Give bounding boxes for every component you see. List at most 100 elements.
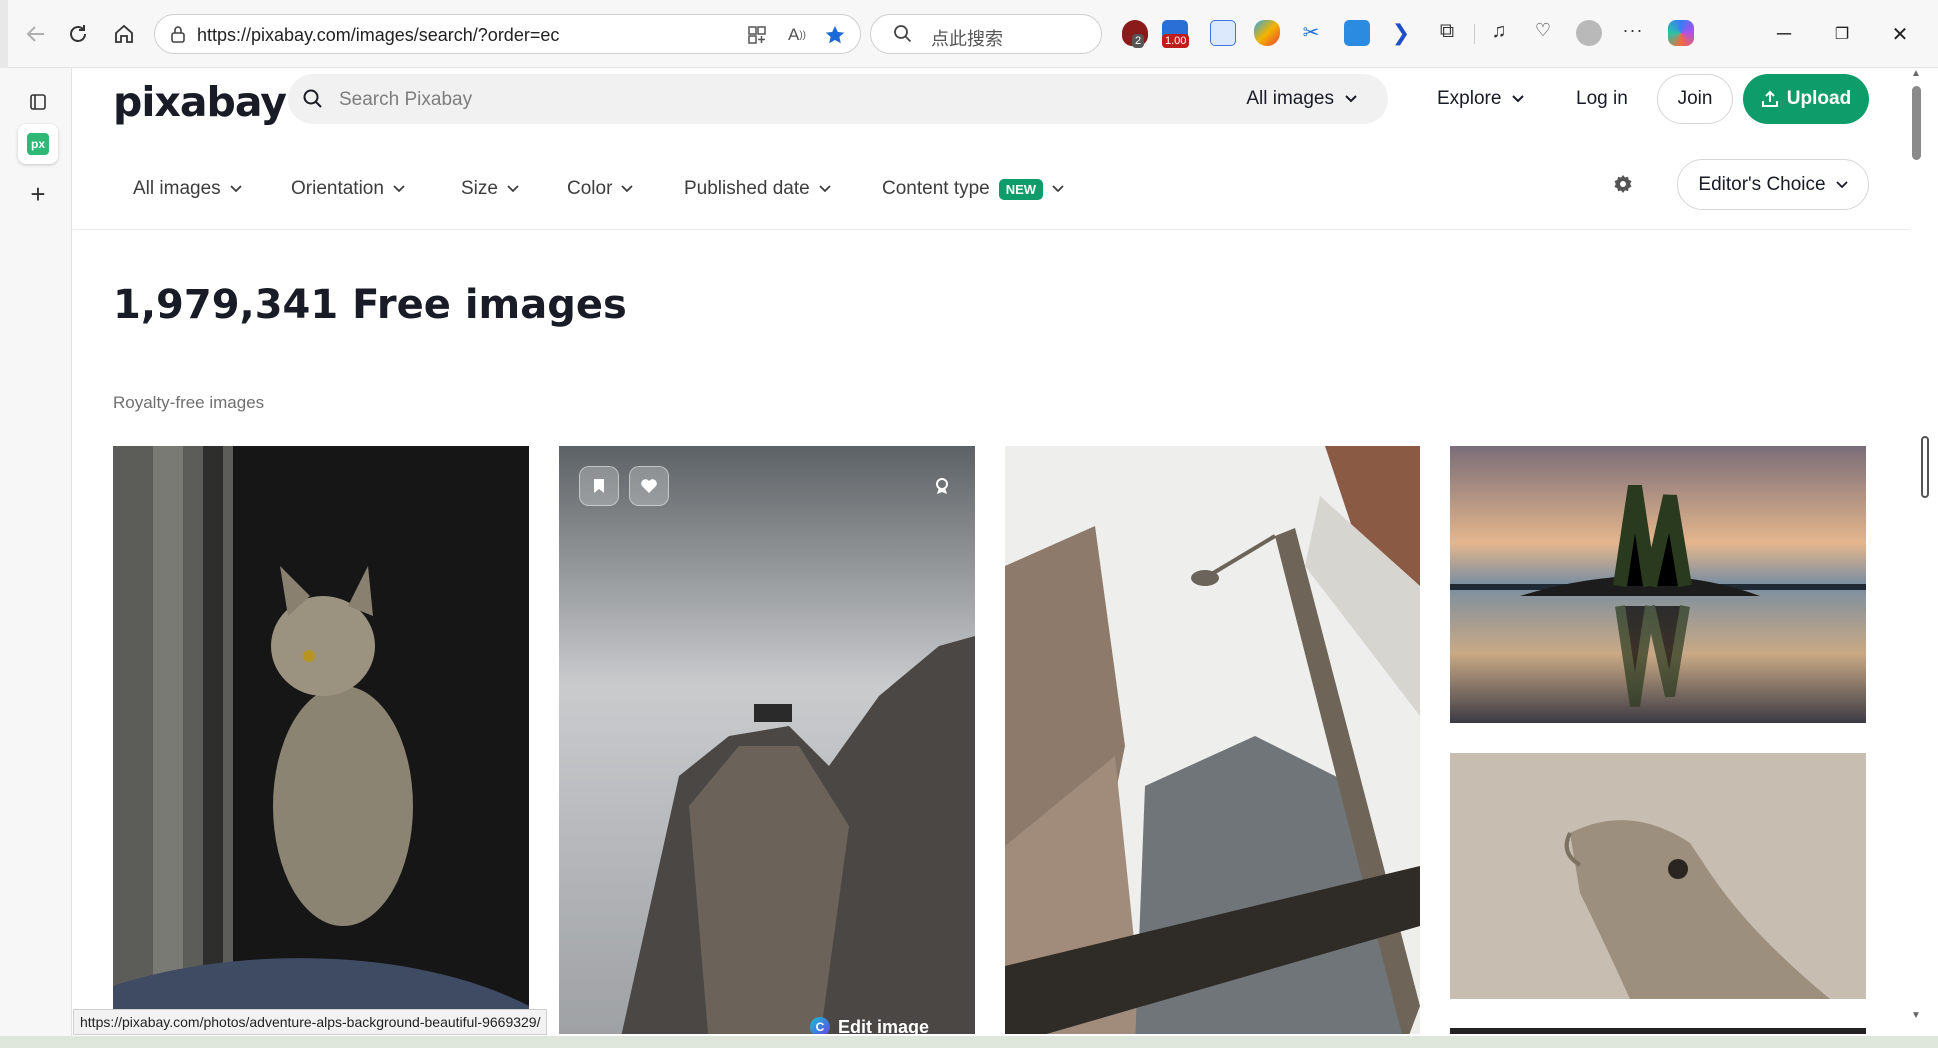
page-scrollbar[interactable]: ▲ ▼ (1909, 68, 1938, 1034)
filter-content-type[interactable]: Content type NEW (882, 178, 1064, 200)
chevron-down-icon (819, 185, 831, 193)
home-button[interactable] (108, 18, 140, 50)
filter-orientation[interactable]: Orientation (291, 178, 405, 200)
home-icon (115, 24, 133, 43)
search-scope-dropdown[interactable]: All images (1246, 88, 1358, 110)
address-bar[interactable]: https://pixabay.com/images/search/?order… (154, 14, 861, 54)
sort-dropdown[interactable]: Editor's Choice (1677, 159, 1869, 210)
chevron-down-icon (1512, 95, 1525, 103)
editors-choice-icon (934, 477, 950, 495)
new-badge: NEW (998, 178, 1044, 200)
restore-button[interactable]: ❐ (1822, 18, 1862, 50)
filter-published-date[interactable]: Published date (684, 178, 831, 200)
search-icon (893, 24, 913, 49)
chevron-down-icon (507, 185, 519, 193)
browser-search-placeholder: 点此搜索 (931, 29, 1003, 50)
image-card-next[interactable] (1450, 1028, 1866, 1034)
image-card-lizard[interactable] (1450, 753, 1866, 999)
browser-essentials-icon[interactable]: ♡ (1530, 20, 1556, 46)
explore-label: Explore (1437, 88, 1502, 109)
search-input[interactable]: Search Pixabay (339, 89, 472, 111)
upload-label: Upload (1786, 88, 1852, 109)
scissors-extension-icon[interactable]: ✂ (1298, 20, 1324, 46)
image-card-mountain[interactable]: C Edit image (559, 446, 975, 1034)
browser-toolbar: https://pixabay.com/images/search/?order… (0, 0, 1938, 68)
filter-label: Orientation (291, 178, 384, 199)
site-search-bar[interactable]: Search Pixabay All images (288, 74, 1388, 124)
join-button[interactable]: Join (1657, 74, 1733, 124)
sort-label: Editor's Choice (1698, 173, 1826, 195)
forward-extension-icon[interactable]: ❯ (1388, 20, 1414, 46)
copilot-icon[interactable] (1668, 20, 1694, 46)
search-scope-label: All images (1246, 88, 1334, 109)
refresh-button[interactable] (62, 18, 94, 50)
explore-menu[interactable]: Explore (1437, 88, 1525, 110)
pixabay-page: pixabay Search Pixabay All images Explor… (73, 68, 1909, 1034)
lizard-photo (1450, 753, 1866, 999)
back-arrow-icon (26, 26, 44, 42)
media-control-icon[interactable]: ♫ (1486, 20, 1512, 46)
filter-label: Published date (684, 178, 810, 199)
filter-all-images[interactable]: All images (133, 178, 242, 200)
scroll-up-icon[interactable]: ▲ (1911, 68, 1921, 79)
url-text[interactable]: https://pixabay.com/images/search/?order… (197, 25, 559, 46)
arrow-extension-icon[interactable] (1344, 20, 1370, 46)
mountain-photo (559, 446, 975, 1034)
tab-actions-button[interactable] (18, 82, 58, 122)
edit-image-label: Edit image (838, 1016, 930, 1035)
filter-label: Content type (882, 178, 990, 199)
extensions-puzzle-icon[interactable]: ⧉ (1434, 20, 1460, 46)
favorite-star-icon[interactable] (823, 23, 847, 47)
tabs-icon (30, 94, 46, 110)
pixabay-tab[interactable]: px (18, 124, 58, 164)
bookmark-button[interactable] (579, 466, 619, 506)
bookmark-icon (594, 479, 604, 493)
settings-gear-icon[interactable] (1613, 174, 1633, 199)
canva-icon: C (810, 1017, 830, 1034)
document-extension-icon[interactable] (1210, 20, 1236, 46)
login-link[interactable]: Log in (1576, 88, 1628, 110)
filter-label: Color (567, 178, 613, 199)
browser-search-box[interactable]: 点此搜索 (870, 14, 1102, 54)
back-button[interactable] (20, 18, 52, 50)
image-card-lake-island[interactable] (1450, 446, 1866, 723)
buildings-photo (1005, 446, 1420, 1034)
image-card-cat[interactable] (113, 446, 529, 1034)
ext-badge-speed: 1.00 (1162, 34, 1190, 48)
upload-icon (1761, 90, 1778, 107)
site-info-icon[interactable] (169, 25, 187, 48)
status-bar-url: https://pixabay.com/photos/adventure-alp… (73, 1009, 548, 1035)
filter-bar: All images Orientation Size Color Publis… (73, 154, 1909, 230)
shield-extension-icon[interactable] (1254, 20, 1280, 46)
chevron-down-icon (230, 185, 242, 193)
read-aloud-icon[interactable]: A)) (785, 23, 809, 47)
new-tab-button[interactable]: + (18, 174, 58, 214)
ublock-extension-icon[interactable]: 2 (1122, 20, 1148, 48)
like-button[interactable] (629, 466, 669, 506)
image-card-buildings[interactable] (1005, 446, 1420, 1034)
browser-sidebar: px + (0, 68, 72, 1048)
heart-icon (641, 479, 657, 493)
minimize-button[interactable]: ─ (1764, 18, 1804, 50)
upload-button[interactable]: Upload (1743, 74, 1869, 124)
lake-photo (1450, 446, 1866, 723)
filter-size[interactable]: Size (461, 178, 519, 200)
search-icon (302, 88, 324, 115)
close-window-button[interactable]: ✕ (1880, 18, 1920, 50)
chevron-down-icon (393, 185, 405, 193)
profile-avatar-icon[interactable] (1576, 20, 1602, 46)
app-available-icon[interactable] (745, 23, 769, 47)
more-menu-icon[interactable]: ··· (1620, 20, 1646, 46)
filter-color[interactable]: Color (567, 178, 634, 200)
video-extension-icon[interactable]: 1.00 (1162, 20, 1190, 48)
scroll-down-icon[interactable]: ▼ (1911, 1010, 1921, 1021)
pixabay-favicon-icon: px (27, 133, 49, 155)
edit-image-button[interactable]: C Edit image (802, 1008, 952, 1034)
chevron-down-icon (621, 185, 634, 193)
scrollbar-thumb[interactable] (1912, 86, 1921, 160)
refresh-icon (70, 25, 86, 42)
filter-label: Size (461, 178, 498, 199)
pixabay-logo[interactable]: pixabay (113, 78, 287, 126)
ext-badge-count: 2 (1132, 34, 1145, 48)
scroll-marker (1921, 436, 1929, 498)
